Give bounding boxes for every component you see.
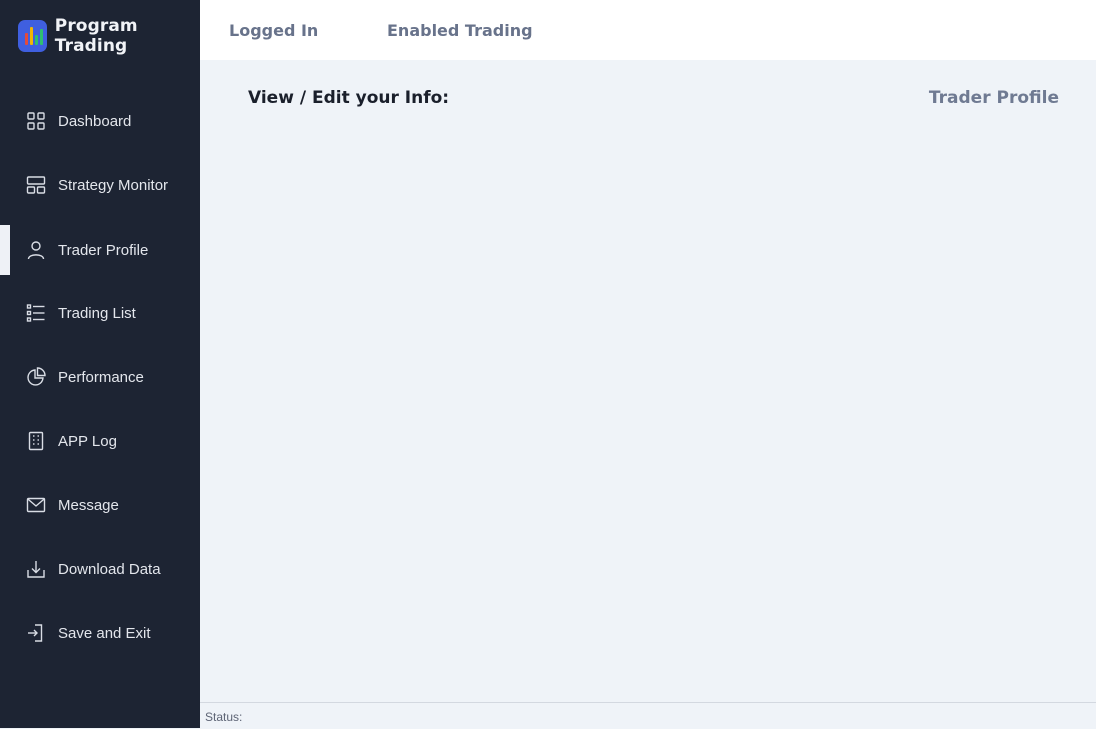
sidebar-item-label: Trading List — [58, 304, 136, 322]
sidebar-item-label: Message — [58, 496, 119, 514]
log-icon — [28, 431, 44, 451]
exit-icon — [28, 624, 43, 642]
sidebar-item-dashboard[interactable]: Dashboard — [0, 96, 200, 146]
mail-icon — [26, 497, 46, 513]
page-title: Trader Profile — [928, 88, 1059, 108]
app-logo-icon — [18, 20, 47, 52]
user-icon — [27, 241, 45, 260]
sidebar-item-label: APP Log — [58, 432, 117, 450]
pie-chart-icon — [27, 367, 46, 386]
sidebar-item-label: Download Data — [58, 560, 161, 578]
sidebar-item-strategy-monitor[interactable]: Strategy Monitor — [0, 160, 200, 210]
layout-icon — [26, 176, 46, 194]
app-title: Program Trading — [54, 16, 138, 56]
status-label: Status: — [205, 710, 243, 724]
sidebar-item-app-log[interactable]: APP Log — [0, 416, 200, 466]
sidebar-item-trading-list[interactable]: Trading List — [0, 288, 200, 338]
section-title: View / Edit your Info: — [248, 88, 450, 108]
sidebar-item-trader-profile[interactable]: Trader Profile — [0, 225, 200, 275]
sidebar-item-download-data[interactable]: Download Data — [0, 544, 200, 594]
brand[interactable]: Program Trading — [18, 16, 200, 56]
main-content: View / Edit your Info: Trader Profile — [200, 60, 1096, 702]
enabled-trading-status: Enabled Trading — [387, 21, 533, 40]
list-icon — [26, 304, 45, 322]
sidebar-item-label: Trader Profile — [58, 241, 149, 259]
top-bar: Logged In Enabled Trading — [200, 0, 1096, 60]
sidebar-item-label: Save and Exit — [58, 624, 151, 642]
sidebar-item-label: Performance — [58, 368, 144, 386]
sidebar-item-performance[interactable]: Performance — [0, 352, 200, 402]
sidebar-item-message[interactable]: Message — [0, 480, 200, 530]
sidebar: Program Trading Dashboard Strategy Monit… — [0, 0, 200, 728]
status-bar: Status: — [200, 702, 1096, 729]
grid-icon — [27, 112, 45, 130]
logged-in-status: Logged In — [229, 21, 319, 40]
sidebar-item-label: Dashboard — [58, 112, 132, 130]
download-icon — [27, 561, 45, 578]
sidebar-item-save-and-exit[interactable]: Save and Exit — [0, 608, 200, 658]
sidebar-item-label: Strategy Monitor — [58, 176, 169, 194]
